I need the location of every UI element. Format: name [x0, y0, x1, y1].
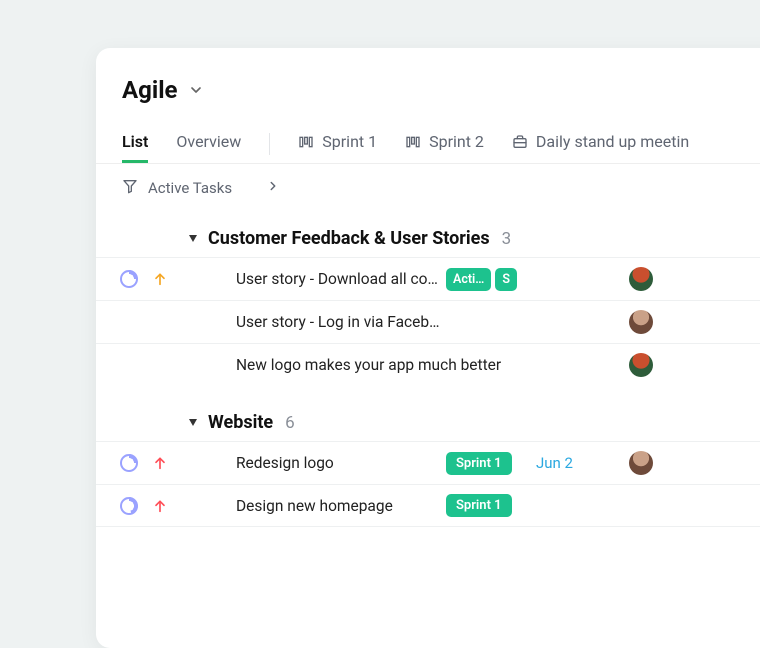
priority-arrow-icon — [152, 455, 168, 471]
project-card: Agile List Overview Sprint 1 Sprint 2 Da… — [96, 48, 760, 648]
task-groups: Customer Feedback & User Stories 3 User … — [96, 208, 760, 527]
tab-daily[interactable]: Daily stand up meetin — [512, 124, 689, 163]
task-badges: Acti… S — [446, 268, 536, 291]
task-name: New logo makes your app much better — [186, 356, 546, 374]
avatar — [629, 310, 653, 334]
task-name: User story - Download all con… — [186, 270, 446, 288]
tab-list-label: List — [122, 132, 148, 151]
task-badges: Sprint 1 — [446, 452, 536, 475]
task-name: User story - Log in via Facebook — [186, 313, 446, 331]
progress-pie-icon — [120, 270, 138, 288]
priority-arrow-icon — [152, 271, 168, 287]
task-badges: Sprint 1 — [446, 494, 536, 517]
avatar — [629, 353, 653, 377]
task-row[interactable]: New logo makes your app much better — [96, 343, 760, 386]
board-icon — [298, 134, 314, 150]
row-left-slots — [96, 270, 186, 288]
tab-sprint1-label: Sprint 1 — [322, 132, 377, 151]
group-count: 6 — [285, 413, 295, 433]
tab-separator — [269, 133, 270, 155]
briefcase-icon — [512, 134, 528, 150]
group-title: Customer Feedback & User Stories — [208, 228, 490, 249]
task-name: Design new homepage — [186, 497, 446, 515]
tab-sprint2-label: Sprint 2 — [429, 132, 484, 151]
avatar — [629, 267, 653, 291]
group-title: Website — [208, 412, 273, 433]
assignee[interactable] — [616, 353, 666, 377]
chevron-down-icon[interactable] — [188, 82, 204, 98]
tab-list[interactable]: List — [122, 124, 148, 163]
task-row[interactable]: Redesign logo Sprint 1 Jun 2 — [96, 441, 760, 484]
tab-sprint1[interactable]: Sprint 1 — [298, 124, 377, 163]
board-icon — [405, 134, 421, 150]
tab-sprint2[interactable]: Sprint 2 — [405, 124, 484, 163]
status-badge[interactable]: Acti… — [446, 268, 491, 291]
progress-pie-icon — [120, 454, 138, 472]
collapse-triangle-icon[interactable] — [188, 418, 198, 428]
group-header-feedback[interactable]: Customer Feedback & User Stories 3 — [96, 214, 760, 257]
tab-daily-label: Daily stand up meetin — [536, 132, 689, 151]
progress-pie-icon — [120, 497, 138, 515]
collapse-triangle-icon[interactable] — [188, 234, 198, 244]
due-date[interactable]: Jun 2 — [536, 454, 616, 472]
filter-icon[interactable] — [122, 178, 138, 198]
group-header-website[interactable]: Website 6 — [96, 386, 760, 441]
assignee[interactable] — [616, 310, 666, 334]
tab-bar: List Overview Sprint 1 Sprint 2 Daily st… — [96, 124, 760, 164]
header: Agile — [96, 76, 760, 124]
project-title[interactable]: Agile — [122, 76, 178, 104]
chevron-right-icon[interactable] — [266, 179, 280, 197]
task-name: Redesign logo — [186, 454, 446, 472]
avatar — [629, 451, 653, 475]
task-row[interactable]: User story - Log in via Facebook — [96, 300, 760, 343]
assignee[interactable] — [616, 267, 666, 291]
row-left-slots — [96, 454, 186, 472]
assignee[interactable] — [616, 451, 666, 475]
tab-overview[interactable]: Overview — [176, 124, 241, 163]
sprint-badge[interactable]: Sprint 1 — [446, 452, 512, 475]
status-badge[interactable]: S — [495, 268, 517, 291]
priority-arrow-icon — [152, 498, 168, 514]
sprint-badge[interactable]: Sprint 1 — [446, 494, 512, 517]
filter-bar: Active Tasks — [96, 164, 760, 208]
tab-overview-label: Overview — [176, 132, 241, 151]
task-row[interactable]: User story - Download all con… Acti… S — [96, 257, 760, 300]
group-count: 3 — [502, 229, 512, 249]
row-left-slots — [96, 497, 186, 515]
filter-label[interactable]: Active Tasks — [148, 179, 232, 197]
